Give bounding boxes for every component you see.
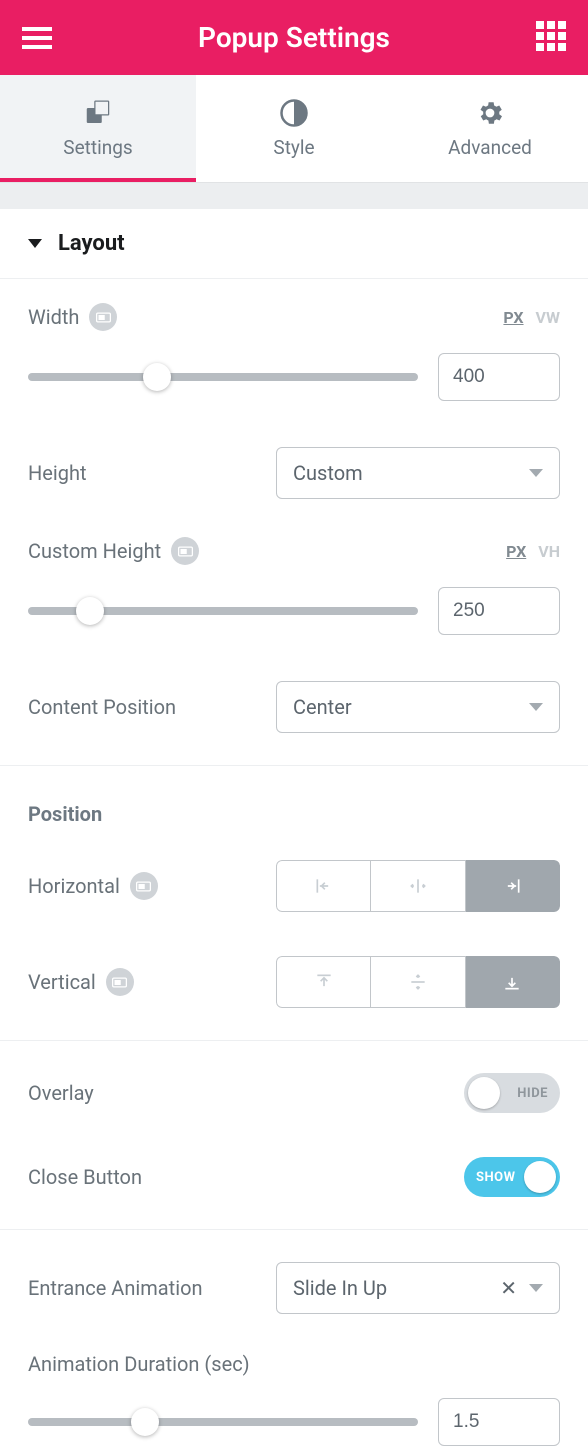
header: Popup Settings: [0, 0, 588, 75]
tab-advanced[interactable]: Advanced: [392, 75, 588, 182]
height-select-value: Custom: [293, 461, 363, 485]
toggle-knob: [468, 1077, 500, 1109]
row-horizontal: Horizontal: [28, 838, 560, 934]
height-select[interactable]: Custom: [276, 447, 560, 499]
custom-height-slider-row: [28, 569, 560, 659]
width-unit-vw[interactable]: VW: [536, 308, 560, 327]
animation-duration-slider[interactable]: [28, 1418, 418, 1426]
responsive-icon[interactable]: [171, 537, 199, 565]
v-align-bottom-button[interactable]: [466, 956, 560, 1008]
responsive-icon[interactable]: [89, 303, 117, 331]
horizontal-segmented: [276, 860, 560, 912]
width-slider-thumb[interactable]: [143, 363, 171, 391]
custom-height-label: Custom Height: [28, 539, 161, 563]
entrance-animation-value: Slide In Up: [293, 1276, 387, 1300]
row-custom-height: Custom Height PX VH: [28, 521, 560, 569]
style-tab-icon: [279, 98, 309, 128]
content-position-select[interactable]: Center: [276, 681, 560, 733]
close-button-toggle[interactable]: SHOW: [464, 1157, 560, 1197]
width-unit-px[interactable]: PX: [503, 308, 523, 327]
custom-height-slider-thumb[interactable]: [76, 597, 104, 625]
section-layout-title: Layout: [58, 231, 125, 256]
overlay-toggle-text: HIDE: [517, 1086, 548, 1101]
chevron-down-icon: [529, 1284, 543, 1292]
height-label: Height: [28, 461, 87, 485]
divider: [0, 765, 588, 766]
row-overlay: Overlay HIDE: [28, 1051, 560, 1135]
v-align-top-button[interactable]: [276, 956, 371, 1008]
tabs: Settings Style Advanced: [0, 75, 588, 183]
row-width: Width PX VW: [28, 279, 560, 335]
row-entrance-animation: Entrance Animation Slide In Up ✕: [28, 1240, 560, 1336]
toggle-knob: [524, 1161, 556, 1193]
tab-settings[interactable]: Settings: [0, 75, 196, 182]
align-bottom-icon: [502, 972, 522, 992]
advanced-tab-icon: [475, 98, 505, 128]
entrance-animation-select[interactable]: Slide In Up ✕: [276, 1262, 560, 1314]
vertical-label: Vertical: [28, 970, 96, 994]
custom-height-units: PX VH: [506, 542, 560, 561]
align-left-icon: [314, 876, 334, 896]
tab-settings-label: Settings: [63, 136, 132, 159]
row-content-position: Content Position Center: [28, 659, 560, 755]
h-align-right-button[interactable]: [466, 860, 560, 912]
v-align-middle-button[interactable]: [371, 956, 465, 1008]
position-heading: Position: [28, 776, 560, 838]
clear-icon[interactable]: ✕: [500, 1276, 517, 1300]
close-button-label: Close Button: [28, 1165, 142, 1189]
content-position-value: Center: [293, 695, 352, 719]
row-close-button: Close Button SHOW: [28, 1135, 560, 1219]
animation-duration-input[interactable]: [438, 1398, 560, 1446]
tab-style-label: Style: [273, 136, 314, 159]
width-input[interactable]: [438, 353, 560, 401]
tab-style[interactable]: Style: [196, 75, 392, 182]
tab-advanced-label: Advanced: [448, 136, 532, 159]
animation-duration-slider-thumb[interactable]: [131, 1408, 159, 1436]
align-right-icon: [502, 876, 522, 896]
h-align-center-button[interactable]: [371, 860, 465, 912]
close-toggle-text: SHOW: [476, 1170, 516, 1185]
width-label: Width: [28, 305, 79, 329]
section-layout-header[interactable]: Layout: [0, 209, 588, 279]
header-title: Popup Settings: [54, 21, 534, 54]
spacer: [0, 183, 588, 209]
align-center-icon: [408, 876, 428, 896]
overlay-label: Overlay: [28, 1081, 94, 1105]
responsive-icon[interactable]: [130, 872, 158, 900]
content-position-label: Content Position: [28, 695, 176, 719]
app-grid-icon[interactable]: [534, 21, 568, 55]
width-units: PX VW: [503, 308, 560, 327]
menu-icon[interactable]: [20, 21, 54, 55]
row-animation-duration: Animation Duration (sec): [28, 1336, 560, 1380]
overlay-toggle[interactable]: HIDE: [464, 1073, 560, 1113]
animation-duration-label: Animation Duration (sec): [28, 1352, 250, 1376]
width-slider[interactable]: [28, 373, 418, 381]
width-slider-row: [28, 335, 560, 425]
custom-height-slider[interactable]: [28, 607, 418, 615]
vertical-segmented: [276, 956, 560, 1008]
divider: [0, 1040, 588, 1041]
custom-height-unit-vh[interactable]: VH: [538, 542, 560, 561]
divider: [0, 1229, 588, 1230]
caret-down-icon: [28, 239, 42, 248]
entrance-animation-label: Entrance Animation: [28, 1276, 203, 1300]
h-align-left-button[interactable]: [276, 860, 371, 912]
horizontal-label: Horizontal: [28, 874, 120, 898]
align-middle-icon: [408, 972, 428, 992]
animation-duration-slider-row: [28, 1380, 560, 1446]
row-height: Height Custom: [28, 425, 560, 521]
chevron-down-icon: [529, 703, 543, 711]
row-vertical: Vertical: [28, 934, 560, 1030]
panel-layout: Width PX VW Height Custom Custom Height: [0, 279, 588, 1446]
custom-height-unit-px[interactable]: PX: [506, 542, 526, 561]
align-top-icon: [314, 972, 334, 992]
responsive-icon[interactable]: [106, 968, 134, 996]
chevron-down-icon: [529, 469, 543, 477]
custom-height-input[interactable]: [438, 587, 560, 635]
settings-tab-icon: [83, 98, 113, 128]
